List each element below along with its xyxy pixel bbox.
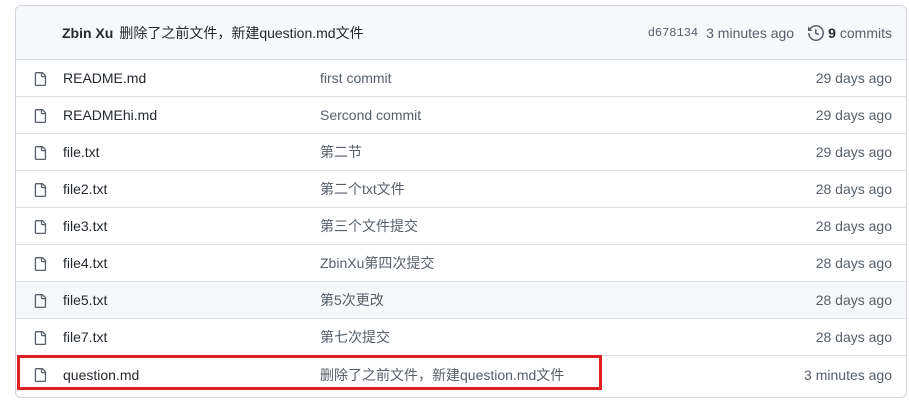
file-row[interactable]: file3.txt 第三个文件提交 28 days ago	[16, 208, 906, 245]
file-row[interactable]: file2.txt 第二个txt文件 28 days ago	[16, 171, 906, 208]
file-icon	[34, 220, 47, 234]
file-name[interactable]: file2.txt	[63, 181, 107, 197]
commit-sha[interactable]: d678134	[648, 26, 698, 40]
file-name[interactable]: file3.txt	[63, 218, 107, 234]
file-commit-age: 28 days ago	[815, 255, 892, 271]
file-commit-age: 29 days ago	[815, 144, 892, 160]
commit-count: 9	[828, 25, 836, 41]
file-row[interactable]: question.md 删除了之前文件，新建question.md文件 3 minu…	[16, 356, 906, 393]
file-icon	[34, 257, 47, 271]
file-commit-age: 28 days ago	[815, 181, 892, 197]
file-commit-age: 3 minutes ago	[804, 366, 892, 383]
file-icon	[34, 331, 47, 345]
file-name[interactable]: README.md	[63, 70, 146, 86]
file-row[interactable]: file4.txt ZbinXu第四次提交 28 days ago	[16, 245, 906, 282]
file-commit-message[interactable]: 第二个txt文件	[320, 179, 405, 199]
file-row[interactable]: READMEhi.md Sercond commit 29 days ago	[16, 97, 906, 134]
avatar[interactable]	[30, 20, 54, 45]
file-name[interactable]: question.md	[63, 367, 139, 383]
file-icon	[34, 109, 47, 123]
file-commit-age: 28 days ago	[815, 329, 892, 345]
file-name[interactable]: file.txt	[63, 144, 100, 160]
latest-commit-message[interactable]: 删除了之前文件，新建question.md文件	[119, 23, 363, 43]
commits-label: commits	[839, 25, 892, 41]
file-name[interactable]: READMEhi.md	[63, 107, 157, 123]
file-name[interactable]: file5.txt	[63, 292, 107, 308]
file-commit-message[interactable]: 第三个文件提交	[320, 216, 418, 236]
file-commit-message[interactable]: 第七次提交	[320, 327, 390, 347]
file-name[interactable]: file7.txt	[63, 329, 107, 345]
file-commit-message[interactable]: ZbinXu第四次提交	[320, 253, 434, 273]
file-icon	[34, 72, 47, 86]
file-commit-age: 29 days ago	[815, 70, 892, 86]
file-row[interactable]: file.txt 第二节 29 days ago	[16, 134, 906, 171]
file-commit-age: 28 days ago	[815, 218, 892, 234]
history-icon	[808, 25, 825, 41]
file-icon	[34, 294, 47, 308]
commits-link[interactable]: 9 commits	[808, 25, 892, 41]
commit-author[interactable]: Zbin Xu	[62, 25, 113, 41]
file-commit-message[interactable]: first commit	[320, 70, 392, 86]
file-commit-age: 28 days ago	[815, 292, 892, 308]
file-commit-message[interactable]: 第5次更改	[320, 290, 384, 310]
file-commit-age: 29 days ago	[815, 107, 892, 123]
commit-meta: d678134 3 minutes ago 9 commits	[648, 6, 892, 60]
file-commit-message[interactable]: 删除了之前文件，新建question.md文件	[320, 365, 564, 385]
file-commit-message[interactable]: Sercond commit	[320, 107, 421, 123]
file-icon	[34, 146, 47, 160]
file-row[interactable]: README.md first commit 29 days ago	[16, 60, 906, 97]
file-row[interactable]: file5.txt 第5次更改 28 days ago	[16, 282, 906, 319]
file-name[interactable]: file4.txt	[63, 255, 107, 271]
commit-age[interactable]: 3 minutes ago	[706, 25, 794, 41]
file-commit-message[interactable]: 第二节	[320, 142, 362, 162]
file-rows: README.md first commit 29 days ago READMEhi…	[16, 60, 906, 393]
file-icon	[34, 368, 47, 382]
file-icon	[34, 183, 47, 197]
file-list-box: Zbin Xu 删除了之前文件，新建question.md文件 d678134 …	[15, 5, 907, 398]
latest-commit-bar: Zbin Xu 删除了之前文件，新建question.md文件 d678134 …	[16, 6, 906, 60]
file-row[interactable]: file7.txt 第七次提交 28 days ago	[16, 319, 906, 356]
